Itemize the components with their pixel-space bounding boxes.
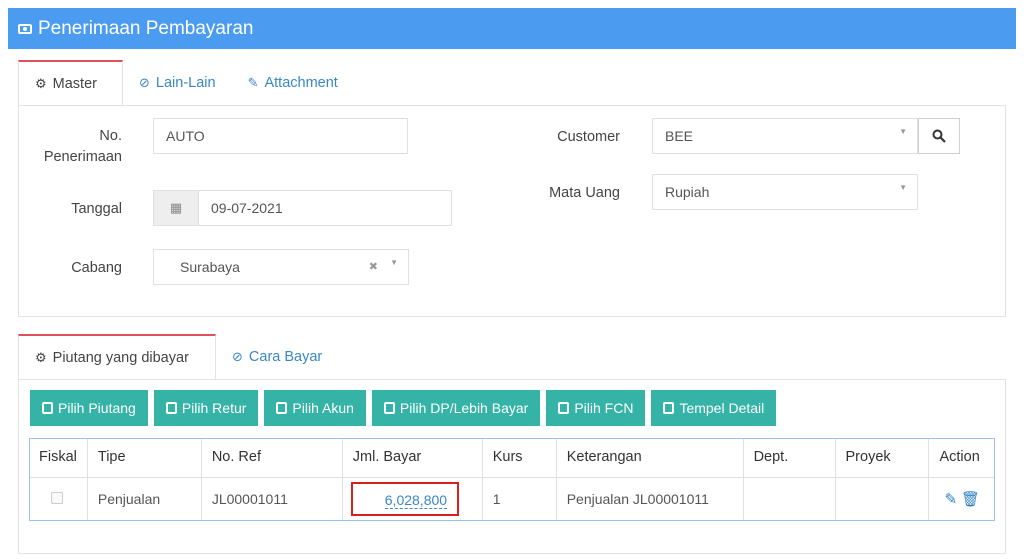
copy-icon: [276, 402, 288, 414]
trash-icon[interactable]: 🗑: [961, 491, 980, 508]
check-circle-icon: ⊘: [139, 74, 150, 90]
table-row: Penjualan JL00001011 6,028,800 1 Penjual…: [29, 477, 995, 521]
keterangan-cell: Penjualan JL00001011: [556, 477, 744, 521]
detail-tabs: ⚙ Piutang yang dibayar ⊘ Cara Bayar: [18, 334, 338, 379]
copy-icon: [42, 402, 53, 414]
mata-uang-select[interactable]: Rupiah ▼: [652, 174, 918, 210]
copy-icon: [383, 402, 395, 414]
kurs-cell: 1: [482, 477, 557, 521]
tempel-detail-button[interactable]: Tempel Detail: [651, 390, 777, 426]
jml-bayar-editable[interactable]: 6,028,800: [384, 492, 448, 510]
tab-cara-bayar[interactable]: ⊘ Cara Bayar: [216, 334, 338, 379]
tipe-cell: Penjualan: [87, 477, 202, 521]
tab-lain-lain[interactable]: ⊘ Lain-Lain: [123, 60, 232, 105]
column-header: Fiskal: [29, 438, 88, 478]
jml-bayar-cell: 6,028,800: [342, 477, 483, 521]
pilih-fcn-button[interactable]: Pilih FCN: [546, 390, 646, 426]
chevron-down-icon: ▼: [899, 127, 907, 136]
customer-select[interactable]: BEE ▼: [652, 118, 918, 154]
no-penerimaan-label: No. Penerimaan: [43, 128, 122, 166]
column-header: Kurs: [482, 438, 557, 478]
chevron-down-icon: ▼: [390, 258, 398, 267]
tab-piutang-yang-dibayar[interactable]: ⚙ Piutang yang dibayar: [18, 334, 216, 379]
money-icon: [18, 23, 32, 34]
chevron-down-icon: ▼: [899, 183, 907, 192]
pencil-icon[interactable]: ✎: [944, 491, 957, 508]
pilih-piutang-button[interactable]: Pilih Piutang: [30, 390, 148, 426]
column-header: Action: [928, 438, 995, 478]
dept-cell: [743, 477, 836, 521]
gears-icon: ⚙: [35, 75, 47, 91]
search-icon: [932, 129, 946, 143]
paste-icon: [663, 402, 675, 414]
customer-label: Customer: [557, 129, 620, 145]
tab-master[interactable]: ⚙ Master: [18, 60, 123, 105]
master-tabs: ⚙ Master ⊘ Lain-Lain ✎ Attachment: [18, 60, 354, 105]
pilih-retur-button[interactable]: Pilih Retur: [153, 390, 259, 426]
table-header-row: Fiskal Tipe No. Ref Jml. Bayar Kurs Kete…: [29, 438, 995, 478]
calendar-icon: ▦: [169, 200, 183, 215]
cabang-label: Cabang: [71, 260, 122, 276]
copy-icon: [558, 402, 570, 414]
copy-icon: [165, 402, 177, 414]
proyek-cell: [835, 477, 930, 521]
column-header: Tipe: [87, 438, 202, 478]
column-header: Jml. Bayar: [342, 438, 483, 478]
check-circle-icon: ⊘: [232, 348, 243, 364]
calendar-button[interactable]: ▦: [153, 190, 199, 226]
detail-toolbar: Pilih Piutang Pilih Retur Pilih Akun Pil…: [30, 390, 777, 426]
pilih-dp-lebih-bayar-button[interactable]: Pilih DP/Lebih Bayar: [371, 390, 541, 426]
page-header: Penerimaan Pembayaran: [8, 8, 1016, 49]
no-penerimaan-input[interactable]: AUTO: [153, 118, 408, 154]
fiskal-checkbox[interactable]: [51, 492, 63, 505]
highlight-box: 6,028,800: [350, 482, 460, 517]
page-title: Penerimaan Pembayaran: [38, 17, 254, 39]
fiskal-cell: [29, 477, 88, 521]
column-header: No. Ref: [201, 438, 343, 478]
column-header: Proyek: [835, 438, 930, 478]
gears-icon: ⚙: [35, 349, 47, 365]
cabang-select[interactable]: Surabaya ✖ ▼: [153, 249, 409, 285]
tanggal-input[interactable]: 09-07-2021: [198, 190, 452, 226]
tanggal-label: Tanggal: [71, 201, 122, 217]
paperclip-icon: ✎: [247, 74, 259, 90]
action-cell: ✎ 🗑: [929, 477, 995, 521]
column-header: Keterangan: [556, 438, 744, 478]
no-ref-cell: JL00001011: [201, 477, 343, 521]
mata-uang-label: Mata Uang: [549, 185, 620, 201]
piutang-table: Fiskal Tipe No. Ref Jml. Bayar Kurs Kete…: [29, 438, 995, 521]
clear-icon[interactable]: ✖: [369, 260, 378, 273]
column-header: Dept.: [743, 438, 836, 478]
customer-search-button[interactable]: [918, 118, 960, 154]
tab-attachment[interactable]: ✎ Attachment: [232, 60, 354, 105]
pilih-akun-button[interactable]: Pilih Akun: [264, 390, 366, 426]
